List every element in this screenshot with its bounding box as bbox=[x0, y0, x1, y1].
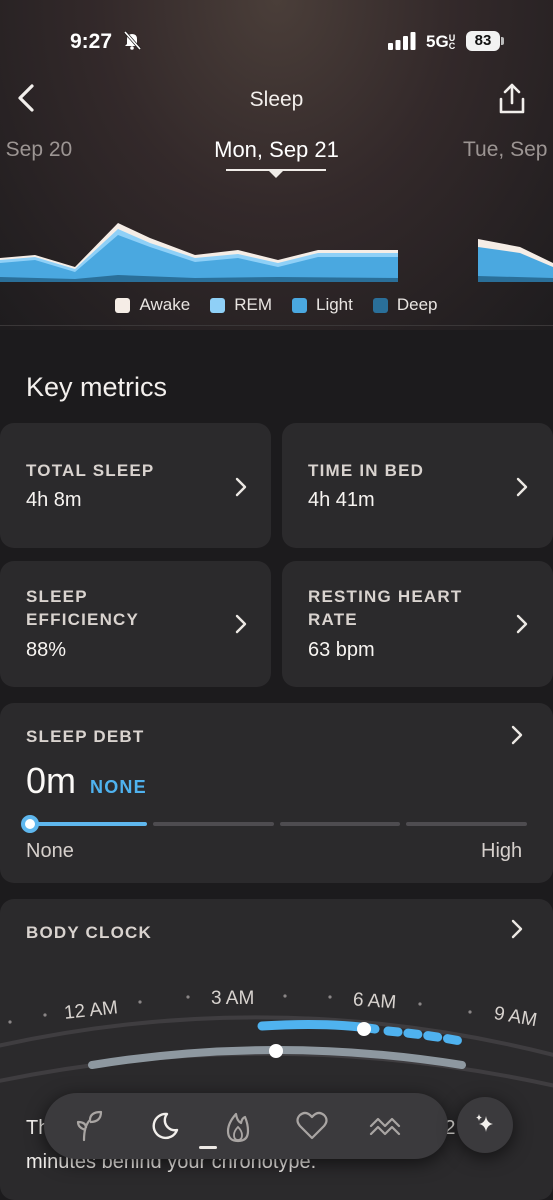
legend-label: Light bbox=[315, 295, 353, 314]
share-icon[interactable] bbox=[496, 82, 528, 116]
legend-swatch-light bbox=[291, 297, 307, 313]
section-divider bbox=[0, 325, 553, 326]
bell-off-icon bbox=[123, 31, 142, 50]
legend-swatch-deep bbox=[372, 297, 388, 313]
chevron-right-icon bbox=[511, 725, 523, 745]
chevron-right-icon bbox=[235, 614, 247, 634]
dial-label-12am: 12 AM bbox=[63, 997, 119, 1024]
status-time: 9:27 bbox=[70, 30, 113, 53]
time-in-bed-card[interactable]: TIME IN BED 4h 41m bbox=[282, 423, 553, 548]
legend-item-deep: Deep bbox=[372, 292, 438, 318]
moon-icon[interactable] bbox=[144, 1106, 184, 1146]
sleep-debt-segment-1 bbox=[26, 822, 147, 826]
card-value: 4h 41m bbox=[308, 489, 375, 511]
sparkle-icon bbox=[476, 1114, 493, 1132]
resting-heart-rate-card[interactable]: RESTING HEART RATE 63 bpm bbox=[282, 561, 553, 687]
dial-wake-marker bbox=[357, 1022, 371, 1036]
chevron-right-icon bbox=[235, 477, 247, 497]
sleep-debt-value: 0m bbox=[26, 760, 77, 801]
heart-icon[interactable] bbox=[292, 1106, 332, 1146]
status-bar: 9:27 5GUC 83 bbox=[0, 0, 553, 80]
dial-chronotype-marker bbox=[269, 1044, 283, 1058]
card-label: TIME IN BED bbox=[308, 461, 425, 480]
legend-item-rem: REM bbox=[210, 292, 272, 318]
assistant-fab[interactable] bbox=[457, 1097, 513, 1153]
sleep-stage-chart bbox=[0, 223, 553, 282]
total-sleep-card[interactable]: TOTAL SLEEP 4h 8m bbox=[0, 423, 271, 548]
chevron-right-icon bbox=[516, 477, 528, 497]
flame-icon[interactable] bbox=[218, 1106, 258, 1146]
legend-label: Awake bbox=[139, 295, 191, 314]
card-value: 88% bbox=[26, 639, 67, 661]
tab-active-indicator bbox=[199, 1146, 217, 1149]
sleep-debt-segment-3 bbox=[280, 822, 400, 826]
chevron-right-icon bbox=[511, 919, 523, 939]
card-value: 63 bpm bbox=[308, 639, 375, 661]
dial-label-9am: 9 AM bbox=[492, 1003, 538, 1031]
legend-swatch-awake bbox=[115, 297, 131, 313]
battery-level: 83 bbox=[466, 31, 500, 51]
sleep-efficiency-card[interactable]: SLEEP EFFICIENCY 88% bbox=[0, 561, 271, 687]
legend-label: Deep bbox=[396, 295, 438, 314]
sleep-debt-segment-2 bbox=[153, 822, 274, 826]
key-metrics-title: Key metrics bbox=[26, 372, 168, 402]
legend-swatch-rem bbox=[210, 297, 226, 313]
card-value: 4h 8m bbox=[26, 489, 82, 511]
chevron-right-icon bbox=[516, 614, 528, 634]
card-label: SLEEP EFFICIENCY bbox=[26, 587, 140, 629]
date-selected-caret bbox=[268, 170, 284, 178]
sleep-debt-indicator bbox=[21, 815, 39, 833]
sleep-debt-segment-4 bbox=[406, 822, 527, 826]
sleep-debt-status: NONE bbox=[90, 777, 147, 797]
network-type: 5GUC bbox=[426, 32, 456, 51]
cellular-signal-icon bbox=[388, 32, 416, 50]
body-clock-dial: 12 AM 3 AM 6 AM 9 AM bbox=[0, 988, 553, 1088]
legend-item-awake: Awake bbox=[115, 292, 190, 318]
dial-label-3am: 3 AM bbox=[211, 988, 254, 1009]
card-label: SLEEP DEBT bbox=[26, 727, 145, 746]
card-label: BODY CLOCK bbox=[26, 923, 152, 942]
sleep-debt-card[interactable]: SLEEP DEBT bbox=[0, 703, 553, 883]
card-label: TOTAL SLEEP bbox=[26, 461, 155, 480]
dial-label-6am: 6 AM bbox=[352, 989, 397, 1013]
dial-inner-track bbox=[0, 1051, 553, 1088]
date-next[interactable]: Tue, Sep bbox=[463, 138, 547, 162]
legend-label: REM bbox=[234, 295, 272, 314]
sprout-icon[interactable] bbox=[70, 1106, 110, 1146]
tab-bar bbox=[44, 1093, 448, 1159]
card-label: RESTING HEART RATE bbox=[308, 587, 463, 629]
waves-icon[interactable] bbox=[366, 1106, 406, 1146]
sleep-debt-scale-high: High bbox=[481, 840, 523, 862]
battery-tip bbox=[501, 37, 504, 45]
sleep-debt-scale-low: None bbox=[26, 840, 74, 862]
chart-legend: Awake REM Light Deep bbox=[0, 292, 553, 318]
page-title: Sleep bbox=[249, 88, 304, 111]
legend-item-light: Light bbox=[291, 292, 353, 318]
